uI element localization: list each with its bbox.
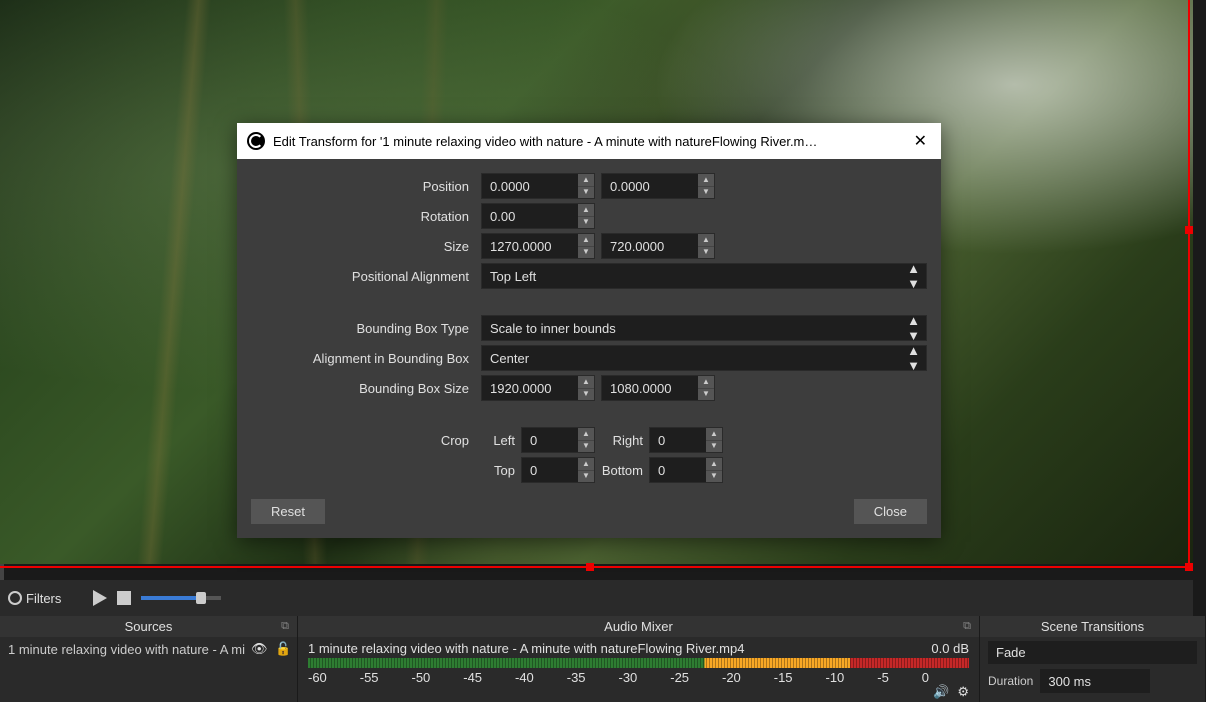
- play-button[interactable]: [93, 590, 107, 606]
- bb-h-input[interactable]: ▲▼: [601, 375, 715, 401]
- chevron-down-icon[interactable]: ▼: [698, 389, 714, 401]
- crop-bottom-label: Bottom: [601, 463, 643, 478]
- audio-mixer-panel: Audio Mixer⧉ 1 minute relaxing video wit…: [298, 616, 980, 702]
- popout-icon[interactable]: ⧉: [963, 620, 971, 633]
- selection-handle[interactable]: [1185, 226, 1193, 234]
- scene-transitions-panel: Scene Transitions Fade Duration: [980, 616, 1206, 702]
- edit-transform-dialog: Edit Transform for '1 minute relaxing vi…: [237, 123, 941, 538]
- chevron-down-icon[interactable]: ▼: [578, 187, 594, 199]
- pos-align-label: Positional Alignment: [251, 269, 475, 284]
- rotation-input[interactable]: ▲▼: [481, 203, 595, 229]
- chevron-up-icon[interactable]: ▲: [578, 234, 594, 247]
- chevron-up-icon[interactable]: ▲: [578, 204, 594, 217]
- size-h-input[interactable]: ▲▼: [601, 233, 715, 259]
- mixer-header: Audio Mixer⧉: [298, 616, 979, 637]
- position-x-input[interactable]: ▲▼: [481, 173, 595, 199]
- chevron-up-icon[interactable]: ▲: [698, 234, 714, 247]
- chevron-up-icon[interactable]: ▲: [698, 376, 714, 389]
- position-y-input[interactable]: ▲▼: [601, 173, 715, 199]
- chevron-down-icon[interactable]: ▼: [578, 217, 594, 229]
- bb-align-label: Alignment in Bounding Box: [251, 351, 475, 366]
- volume-slider[interactable]: [141, 596, 221, 600]
- crop-top-label: Top: [481, 463, 515, 478]
- position-label: Position: [251, 179, 475, 194]
- obs-logo-icon: [247, 132, 265, 150]
- bb-size-label: Bounding Box Size: [251, 381, 475, 396]
- slider-thumb[interactable]: [196, 592, 206, 604]
- select-arrows-icon: ▲▼: [907, 262, 920, 290]
- lock-icon[interactable]: 🔓: [275, 641, 289, 657]
- dialog-title-text: Edit Transform for '1 minute relaxing vi…: [273, 134, 902, 149]
- play-icon: [93, 590, 107, 606]
- chevron-up-icon[interactable]: ▲: [578, 174, 594, 187]
- gear-icon[interactable]: ⚙: [957, 684, 969, 700]
- sources-panel: Sources⧉ 1 minute relaxing video with na…: [0, 616, 298, 702]
- stop-icon: [117, 591, 131, 605]
- crop-right-label: Right: [601, 433, 643, 448]
- source-item[interactable]: 1 minute relaxing video with nature - A …: [0, 637, 297, 661]
- transition-select[interactable]: Fade: [988, 641, 1197, 664]
- chevron-up-icon[interactable]: ▲: [706, 458, 722, 471]
- crop-left-label: Left: [481, 433, 515, 448]
- crop-label: Crop: [251, 433, 475, 448]
- chevron-down-icon[interactable]: ▼: [578, 247, 594, 259]
- gear-icon: [8, 591, 22, 605]
- chevron-down-icon[interactable]: ▼: [698, 247, 714, 259]
- bb-align-select[interactable]: Center▲▼: [481, 345, 927, 371]
- crop-right-input[interactable]: ▲▼: [649, 427, 723, 453]
- close-button[interactable]: Close: [854, 499, 927, 524]
- selection-handle[interactable]: [1185, 563, 1193, 571]
- size-w-input[interactable]: ▲▼: [481, 233, 595, 259]
- meter-ticks: -60-55-50-45-40-35-30-25-20-15-10-50: [308, 670, 969, 685]
- bb-type-label: Bounding Box Type: [251, 321, 475, 336]
- crop-bottom-input[interactable]: ▲▼: [649, 457, 723, 483]
- rotation-label: Rotation: [251, 209, 475, 224]
- chevron-down-icon[interactable]: ▼: [578, 471, 594, 483]
- chevron-down-icon[interactable]: ▼: [706, 441, 722, 453]
- chevron-up-icon[interactable]: ▲: [698, 174, 714, 187]
- audio-meter: [308, 658, 969, 668]
- reset-button[interactable]: Reset: [251, 499, 325, 524]
- sources-header: Sources⧉: [0, 616, 297, 637]
- filters-button[interactable]: Filters: [8, 591, 61, 606]
- chevron-down-icon[interactable]: ▼: [698, 187, 714, 199]
- popout-icon[interactable]: ⧉: [281, 620, 289, 633]
- selection-handle[interactable]: [586, 563, 594, 571]
- stop-button[interactable]: [117, 591, 131, 605]
- select-arrows-icon: ▲▼: [907, 314, 920, 342]
- duration-label: Duration: [988, 674, 1033, 688]
- pos-align-select[interactable]: Top Left▲▼: [481, 263, 927, 289]
- chevron-down-icon[interactable]: ▼: [578, 389, 594, 401]
- crop-left-input[interactable]: ▲▼: [521, 427, 595, 453]
- size-label: Size: [251, 239, 475, 254]
- selection-border-bottom: [0, 566, 1190, 568]
- bb-type-select[interactable]: Scale to inner bounds▲▼: [481, 315, 927, 341]
- chevron-down-icon[interactable]: ▼: [706, 471, 722, 483]
- close-icon[interactable]: ✕: [910, 131, 931, 151]
- bb-w-input[interactable]: ▲▼: [481, 375, 595, 401]
- source-item-label: 1 minute relaxing video with nature - A …: [8, 642, 245, 657]
- eye-icon[interactable]: 👁: [251, 641, 269, 657]
- dialog-titlebar[interactable]: Edit Transform for '1 minute relaxing vi…: [237, 123, 941, 159]
- crop-top-input[interactable]: ▲▼: [521, 457, 595, 483]
- chevron-up-icon[interactable]: ▲: [578, 428, 594, 441]
- chevron-down-icon[interactable]: ▼: [578, 441, 594, 453]
- chevron-up-icon[interactable]: ▲: [706, 428, 722, 441]
- chevron-up-icon[interactable]: ▲: [578, 376, 594, 389]
- speaker-icon[interactable]: 🔊: [933, 684, 949, 700]
- select-arrows-icon: ▲▼: [907, 344, 920, 372]
- transitions-header: Scene Transitions: [980, 616, 1205, 637]
- duration-input[interactable]: [1039, 668, 1151, 694]
- preview-toolbar: Filters: [0, 580, 1193, 616]
- chevron-up-icon[interactable]: ▲: [578, 458, 594, 471]
- mixer-level: 0.0 dB: [931, 641, 969, 656]
- mixer-source-name: 1 minute relaxing video with nature - A …: [308, 641, 744, 656]
